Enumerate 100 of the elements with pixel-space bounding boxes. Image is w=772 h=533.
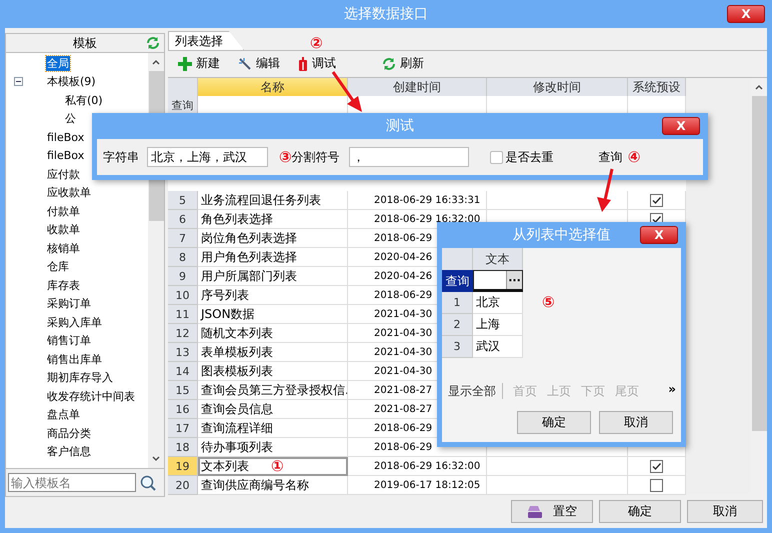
checkbox[interactable] bbox=[650, 478, 663, 492]
row-number[interactable]: 15 bbox=[168, 381, 198, 400]
table-cell[interactable]: 待办事项列表 bbox=[198, 438, 348, 457]
dialog-button[interactable]: 取消 bbox=[599, 410, 673, 434]
search-icon[interactable] bbox=[140, 474, 156, 490]
column-header[interactable]: 文本 bbox=[473, 248, 523, 271]
tree-item[interactable]: 私有(0) bbox=[64, 92, 104, 108]
table-cell[interactable]: 角色列表选择 bbox=[198, 210, 348, 229]
toolbar-button[interactable]: 编辑 bbox=[238, 55, 280, 72]
table-cell[interactable]: 查询供应商编号名称 bbox=[198, 476, 348, 495]
tree-item[interactable]: 仓库 bbox=[46, 259, 70, 274]
tree-item[interactable]: 全局 bbox=[46, 56, 70, 71]
table-cell[interactable]: 随机文本列表 bbox=[198, 324, 348, 343]
toolbar-button[interactable]: 刷新 bbox=[382, 55, 424, 72]
row-number[interactable]: 11 bbox=[168, 305, 198, 324]
row-number[interactable]: 8 bbox=[168, 248, 198, 267]
table-cell[interactable]: 用户角色列表选择 bbox=[198, 248, 348, 267]
checkbox[interactable] bbox=[650, 460, 663, 472]
tree-item[interactable]: 采购订单 bbox=[46, 296, 92, 312]
eraser-icon bbox=[527, 504, 543, 518]
row-number[interactable]: 20 bbox=[168, 476, 198, 495]
tree-item[interactable]: 收发存统计中间表 bbox=[46, 388, 136, 404]
row-number[interactable]: 10 bbox=[168, 286, 198, 305]
search-field[interactable]: 输入模板名 bbox=[8, 473, 136, 492]
table-cell[interactable]: 岗位角色列表选择 bbox=[198, 229, 348, 248]
row-number[interactable]: 9 bbox=[168, 267, 198, 286]
table-cell[interactable]: 用户所属部门列表 bbox=[198, 267, 348, 286]
dialog-button[interactable]: 确定 bbox=[517, 410, 591, 434]
wand-icon bbox=[238, 56, 252, 70]
column-header[interactable]: 名称 bbox=[198, 78, 348, 97]
row-number[interactable]: 6 bbox=[168, 210, 198, 229]
toolbar-button[interactable]: 新建 bbox=[178, 55, 220, 72]
tree-item[interactable]: 商品分类 bbox=[46, 426, 92, 441]
row-number[interactable]: 19 bbox=[168, 457, 198, 476]
tree-item[interactable]: fileBox bbox=[46, 148, 86, 164]
row-number[interactable]: 13 bbox=[168, 343, 198, 362]
column-header[interactable]: 创建时间 bbox=[348, 78, 487, 97]
tree-item[interactable]: 核销单 bbox=[46, 240, 81, 256]
corner-cell bbox=[168, 78, 198, 97]
dialog-button[interactable]: 取消 bbox=[687, 500, 763, 523]
collapse-icon[interactable] bbox=[14, 77, 23, 86]
row-number[interactable]: 17 bbox=[168, 419, 198, 438]
close-button[interactable]: X bbox=[727, 5, 765, 23]
checkbox[interactable] bbox=[490, 150, 503, 164]
table-cell: 2019-06-17 18:12:05 bbox=[348, 476, 487, 495]
table-cell[interactable]: 查询会员信息 bbox=[198, 400, 348, 419]
table-cell[interactable]: 图表模板列表 bbox=[198, 362, 348, 381]
tree-item[interactable]: 盘点单 bbox=[46, 407, 81, 422]
close-button[interactable]: X bbox=[662, 117, 700, 135]
step-marker: ④ bbox=[628, 148, 640, 166]
dialog-button[interactable]: 置空 bbox=[511, 500, 593, 523]
table-cell[interactable]: 表单模板列表 bbox=[198, 343, 348, 362]
tree-item[interactable]: 应付款 bbox=[46, 166, 81, 182]
refresh-icon[interactable] bbox=[382, 56, 396, 70]
column-header[interactable]: 修改时间 bbox=[487, 78, 628, 97]
row-header: 查询 bbox=[442, 270, 473, 292]
column-header[interactable]: 系统预设 bbox=[628, 78, 686, 97]
tree-item[interactable]: 公 bbox=[64, 111, 77, 126]
tab[interactable]: 列表选择 bbox=[168, 31, 244, 50]
close-button[interactable]: X bbox=[640, 226, 678, 244]
table-cell[interactable]: 业务流程回退任务列表 bbox=[198, 191, 348, 210]
plus-icon bbox=[178, 56, 192, 70]
annotation-arrow bbox=[597, 168, 614, 212]
tree-item[interactable]: 付款单 bbox=[46, 204, 81, 219]
input-field[interactable]: ， bbox=[348, 147, 469, 167]
table-cell[interactable]: 序号列表 bbox=[198, 286, 348, 305]
table-cell[interactable]: 查询流程详细 bbox=[198, 419, 348, 438]
table-cell[interactable]: 北京 bbox=[473, 292, 523, 314]
tree-item[interactable]: fileBox bbox=[46, 130, 86, 145]
dialog-button[interactable]: 确定 bbox=[599, 500, 681, 523]
tree-item[interactable]: 收款单 bbox=[46, 222, 81, 238]
row-number[interactable]: 18 bbox=[168, 438, 198, 457]
row-number[interactable]: 14 bbox=[168, 362, 198, 381]
table-cell[interactable]: 上海 bbox=[473, 314, 523, 336]
table-cell: 2018-06-29 16:32:00 bbox=[348, 457, 487, 476]
filter-cell[interactable]: ··· bbox=[473, 270, 523, 292]
tree-item[interactable]: 期初库存导入 bbox=[46, 370, 114, 386]
row-number[interactable]: 16 bbox=[168, 400, 198, 419]
table-cell[interactable]: JSON数据 bbox=[198, 305, 348, 324]
more-button[interactable]: » bbox=[668, 382, 676, 396]
tree-item[interactable]: 销售出库单 bbox=[46, 352, 103, 367]
row-number[interactable]: 7 bbox=[168, 229, 198, 248]
query-link[interactable]: 查询 bbox=[598, 148, 623, 166]
ellipsis-button[interactable]: ··· bbox=[506, 271, 522, 289]
tree-item[interactable]: 库存表 bbox=[46, 278, 81, 293]
tree-item[interactable]: 应收款单 bbox=[46, 185, 92, 200]
table-cell[interactable]: 武汉 bbox=[473, 336, 523, 358]
checkbox[interactable] bbox=[650, 194, 663, 206]
row-number: 1 bbox=[442, 292, 473, 314]
row-number[interactable]: 5 bbox=[168, 191, 198, 210]
tree-item[interactable]: 本模板(9) bbox=[46, 74, 97, 90]
row-number[interactable]: 12 bbox=[168, 324, 198, 343]
row-number: 2 bbox=[442, 314, 473, 336]
tree-item[interactable]: 销售订单 bbox=[46, 333, 92, 348]
input-field[interactable]: 北京，上海，武汉 bbox=[147, 147, 268, 167]
refresh-icon[interactable] bbox=[146, 36, 160, 50]
tree-item[interactable]: 客户信息 bbox=[46, 444, 92, 460]
step-marker: ⑤ bbox=[542, 293, 555, 311]
table-cell[interactable]: 文本列表 ① bbox=[198, 457, 348, 476]
tree-item[interactable]: 采购入库单 bbox=[46, 314, 103, 330]
